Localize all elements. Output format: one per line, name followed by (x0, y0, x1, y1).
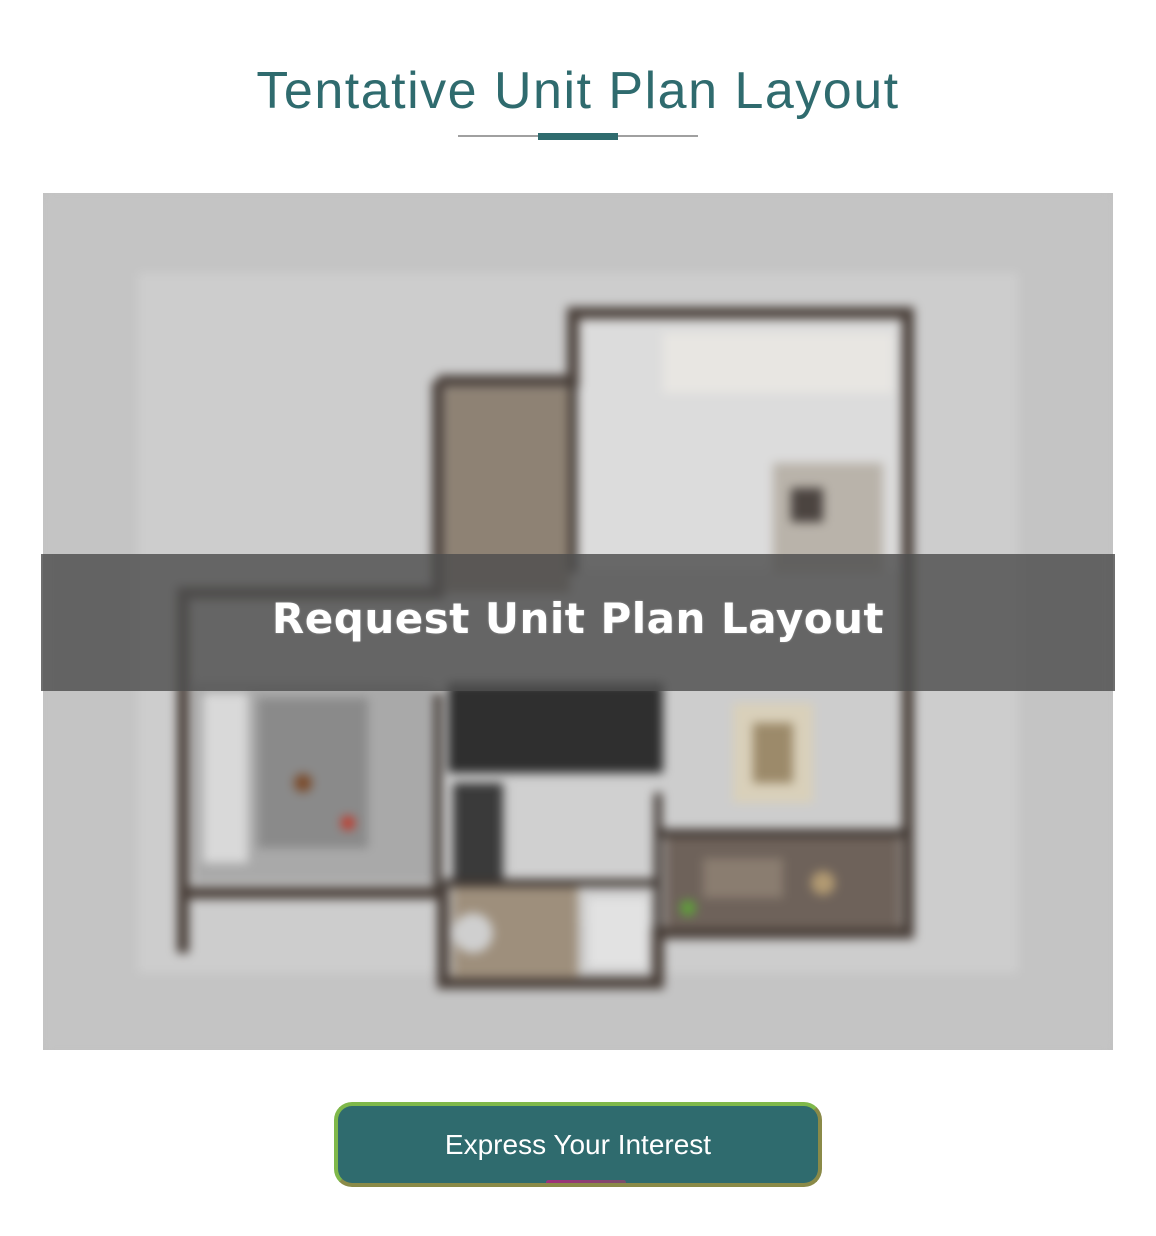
request-unit-plan-overlay[interactable]: Request Unit Plan Layout (41, 554, 1115, 691)
express-interest-label: Express Your Interest (444, 1128, 712, 1160)
request-unit-plan-label: Request Unit Plan Layout (271, 594, 885, 643)
title-divider-accent (538, 133, 618, 140)
section-title: Tentative Unit Plan Layout (256, 62, 900, 120)
express-interest-button[interactable]: Express Your Interest (334, 1102, 822, 1187)
button-accent-glow (546, 1180, 626, 1183)
